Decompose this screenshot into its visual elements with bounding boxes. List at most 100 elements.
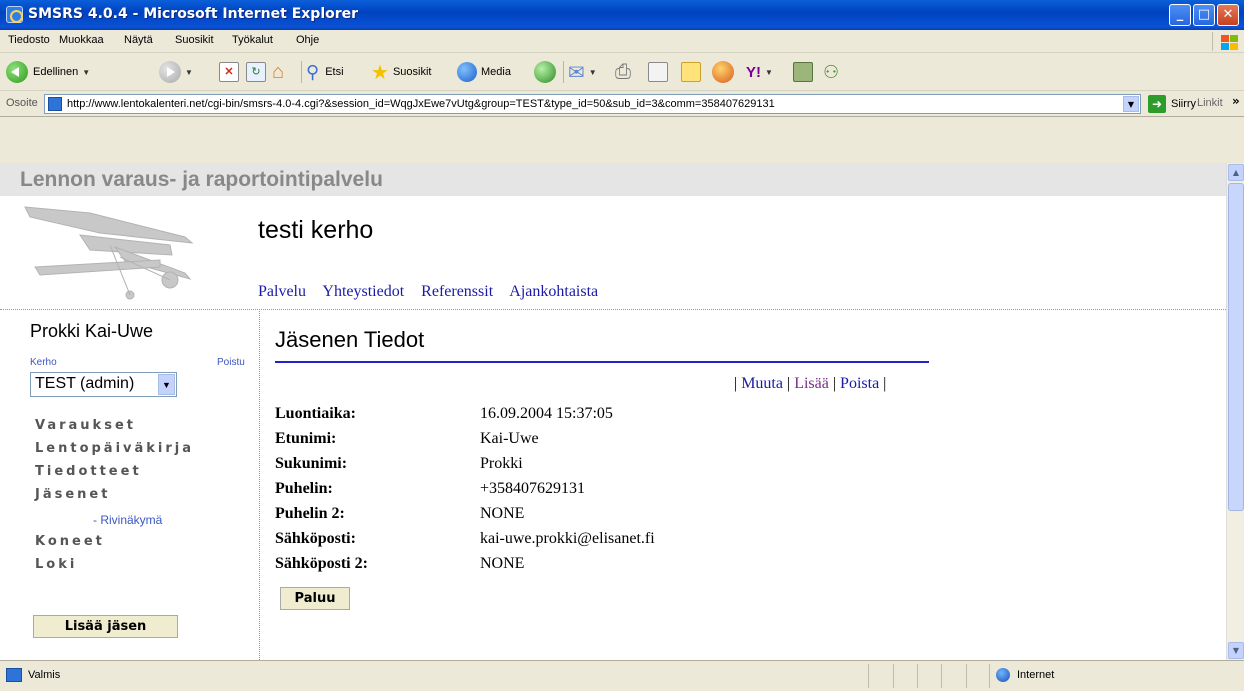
club-select[interactable]: TEST (admin) ▼ xyxy=(30,372,177,397)
address-label: Osoite xyxy=(6,97,38,109)
field-value-email: kai-uwe.prokki@elisanet.fi xyxy=(480,530,655,547)
user-name: Prokki Kai-Uwe xyxy=(30,321,154,341)
edit-icon xyxy=(648,62,668,82)
modify-link[interactable]: Muuta xyxy=(741,375,783,392)
address-bar: Osoite http://www.lentokalenteri.net/cgi… xyxy=(0,91,1244,117)
top-navigation: Palvelu Yhteystiedot Referenssit Ajankoh… xyxy=(258,283,611,301)
nav-link-contact[interactable]: Yhteystiedot xyxy=(322,283,404,300)
back-arrow-icon xyxy=(6,61,28,83)
chevron-down-icon[interactable]: ▼ xyxy=(1123,96,1139,112)
menu-help[interactable]: Ohje xyxy=(296,34,319,46)
maximize-button[interactable]: □ xyxy=(1193,4,1215,26)
books-icon xyxy=(793,62,813,82)
address-url[interactable]: http://www.lentokalenteri.net/cgi-bin/sm… xyxy=(67,98,775,110)
club-name: testi kerho xyxy=(258,216,374,244)
field-value-phone: +358407629131 xyxy=(480,480,586,497)
links-toolbar[interactable]: Linkit xyxy=(1197,97,1223,109)
back-button[interactable]: Edellinen ▼ xyxy=(6,59,90,85)
menu-file[interactable]: Tiedosto xyxy=(8,34,50,46)
title-underline xyxy=(275,361,929,363)
chevron-right-icon[interactable]: » xyxy=(1232,94,1240,108)
address-input[interactable]: http://www.lentokalenteri.net/cgi-bin/sm… xyxy=(44,94,1141,114)
menu-tools[interactable]: Työkalut xyxy=(232,34,273,46)
page-title: Jäsenen Tiedot xyxy=(275,327,425,352)
club-label: Kerho xyxy=(30,357,57,368)
media-button[interactable]: Media xyxy=(457,59,511,85)
nav-link-news[interactable]: Ajankohtaista xyxy=(509,283,598,300)
discuss-button[interactable] xyxy=(681,59,701,85)
field-label-created: Luontiaika: xyxy=(275,405,356,422)
chevron-down-icon: ▼ xyxy=(82,67,91,77)
edit-button[interactable] xyxy=(648,59,668,85)
menu-favorites[interactable]: Suosikit xyxy=(175,34,214,46)
sidebar-item-log[interactable]: Loki xyxy=(35,557,77,572)
users-icon: ⚇ xyxy=(823,61,840,82)
home-button[interactable]: ⌂ xyxy=(272,59,284,85)
media-icon xyxy=(457,62,477,82)
divider xyxy=(259,311,260,660)
history-button[interactable] xyxy=(534,59,556,85)
menu-view[interactable]: Näytä xyxy=(124,34,153,46)
refresh-button[interactable]: ↻ xyxy=(246,59,266,85)
print-icon: ⎙ xyxy=(615,60,631,83)
yahoo-button[interactable]: Y! ▼ xyxy=(746,59,773,85)
service-title: Lennon varaus- ja raportointipalvelu xyxy=(20,168,383,191)
window-title: SMSRS 4.0.4 - Microsoft Internet Explore… xyxy=(28,6,359,22)
toolbar: Edellinen ▼ ▼ ✕ ↻ ⌂ ⚲ Etsi ★ Suosikit Me… xyxy=(0,53,1244,91)
search-button[interactable]: ⚲ Etsi xyxy=(306,59,344,85)
stop-icon: ✕ xyxy=(219,62,239,82)
nav-link-service[interactable]: Palvelu xyxy=(258,283,306,300)
sidebar-item-flight-log[interactable]: Lentopäiväkirja xyxy=(35,441,194,456)
vertical-scrollbar[interactable]: ▲ ▼ xyxy=(1226,163,1244,660)
messenger-button[interactable] xyxy=(712,59,734,85)
logout-link[interactable]: Poistu xyxy=(217,357,245,368)
field-label-last-name: Sukunimi: xyxy=(275,455,348,472)
forward-button[interactable]: ▼ xyxy=(159,59,193,85)
go-arrow-icon: ➜ xyxy=(1148,95,1166,113)
favorites-button[interactable]: ★ Suosikit xyxy=(371,59,431,85)
history-icon xyxy=(534,61,556,83)
field-label-email: Sähköposti: xyxy=(275,530,356,547)
field-value-email-2: NONE xyxy=(480,555,525,572)
star-icon: ★ xyxy=(371,61,389,84)
delete-link[interactable]: Poista xyxy=(840,375,879,392)
field-value-created: 16.09.2004 15:37:05 xyxy=(480,405,613,422)
status-bar: Valmis Internet xyxy=(0,660,1244,691)
refresh-icon: ↻ xyxy=(246,62,266,82)
minimize-button[interactable]: _ xyxy=(1169,4,1191,26)
sidebar-item-bulletins[interactable]: Tiedotteet xyxy=(35,464,142,479)
contacts-button[interactable]: ⚇ xyxy=(823,59,839,85)
sidebar-item-reservations[interactable]: Varaukset xyxy=(35,418,136,433)
field-label-phone-2: Puhelin 2: xyxy=(275,505,345,522)
sidebar-subitem-row-view[interactable]: - Rivinäkymä xyxy=(93,513,162,527)
back-button-page[interactable]: Paluu xyxy=(280,587,350,610)
menu-bar: Tiedosto Muokkaa Näytä Suosikit Työkalut… xyxy=(0,30,1244,53)
research-button[interactable] xyxy=(793,59,813,85)
scroll-up-icon[interactable]: ▲ xyxy=(1228,164,1244,181)
add-link[interactable]: Lisää xyxy=(794,375,829,392)
member-actions: | Muuta | Lisää | Poista | xyxy=(734,375,887,392)
mail-button[interactable]: ✉ ▼ xyxy=(568,59,597,85)
stop-button[interactable]: ✕ xyxy=(219,59,239,85)
divider xyxy=(0,309,1226,310)
print-button[interactable]: ⎙ xyxy=(615,59,631,85)
add-member-button[interactable]: Lisää jäsen xyxy=(33,615,178,638)
window-titlebar: SMSRS 4.0.4 - Microsoft Internet Explore… xyxy=(0,0,1244,30)
menu-edit[interactable]: Muokkaa xyxy=(59,34,104,46)
mail-icon: ✉ xyxy=(568,61,585,84)
field-label-email-2: Sähköposti 2: xyxy=(275,555,368,572)
close-button[interactable]: ✕ xyxy=(1217,4,1239,26)
chevron-down-icon[interactable]: ▼ xyxy=(158,374,175,395)
page-icon xyxy=(6,668,22,682)
sidebar-item-aircraft[interactable]: Koneet xyxy=(35,534,105,549)
sidebar-item-members[interactable]: Jäsenet xyxy=(35,487,110,502)
club-select-value: TEST (admin) xyxy=(35,375,135,392)
scroll-down-icon[interactable]: ▼ xyxy=(1228,642,1244,659)
status-text: Valmis xyxy=(28,669,61,681)
search-icon: ⚲ xyxy=(306,61,320,82)
go-button[interactable]: ➜ Siirry xyxy=(1148,95,1196,113)
scroll-thumb[interactable] xyxy=(1228,183,1244,511)
nav-link-references[interactable]: Referenssit xyxy=(421,283,493,300)
field-value-phone-2: NONE xyxy=(480,505,525,522)
chevron-down-icon: ▼ xyxy=(765,67,773,77)
